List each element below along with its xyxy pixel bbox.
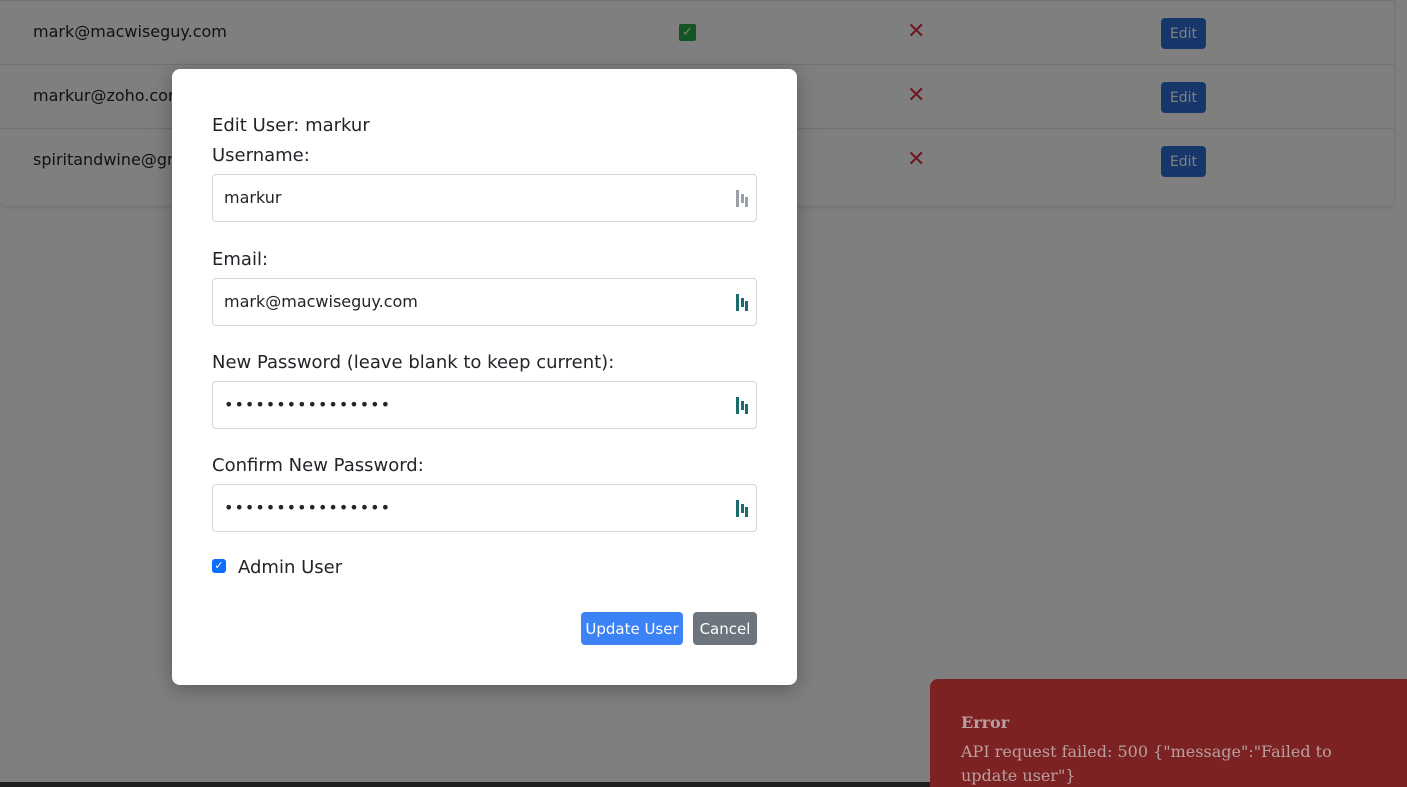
- new-password-input[interactable]: ••••••••••••••••: [212, 381, 757, 429]
- password-manager-icon[interactable]: [736, 500, 750, 517]
- username-input[interactable]: markur: [212, 174, 757, 222]
- toast-title: Error: [961, 713, 1010, 732]
- password-manager-icon[interactable]: [736, 397, 750, 414]
- email-label: Email:: [212, 249, 269, 270]
- toast-message: API request failed: 500 {"message":"Fail…: [961, 742, 1332, 785]
- email-input[interactable]: mark@macwiseguy.com: [212, 278, 757, 326]
- confirm-password-value: ••••••••••••••••: [224, 498, 391, 517]
- error-toast[interactable]: Error API request failed: 500 {"message"…: [930, 679, 1407, 787]
- confirm-password-label: Confirm New Password:: [212, 455, 424, 476]
- confirm-password-input[interactable]: ••••••••••••••••: [212, 484, 757, 532]
- username-value: markur: [224, 188, 282, 207]
- modal-title: Edit User: markur: [212, 115, 370, 136]
- admin-checkbox[interactable]: ✓: [212, 559, 226, 573]
- admin-checkbox-label[interactable]: Admin User: [238, 557, 342, 578]
- edit-user-modal: Edit User: markur Username: markur Email…: [172, 69, 797, 685]
- password-manager-icon[interactable]: [736, 190, 750, 207]
- cancel-button[interactable]: Cancel: [693, 612, 757, 645]
- taskbar: [0, 782, 930, 787]
- username-label: Username:: [212, 145, 310, 166]
- update-user-button[interactable]: Update User: [581, 612, 683, 645]
- email-value: mark@macwiseguy.com: [224, 292, 418, 311]
- password-manager-icon[interactable]: [736, 294, 750, 311]
- new-password-label: New Password (leave blank to keep curren…: [212, 352, 615, 373]
- new-password-value: ••••••••••••••••: [224, 395, 391, 414]
